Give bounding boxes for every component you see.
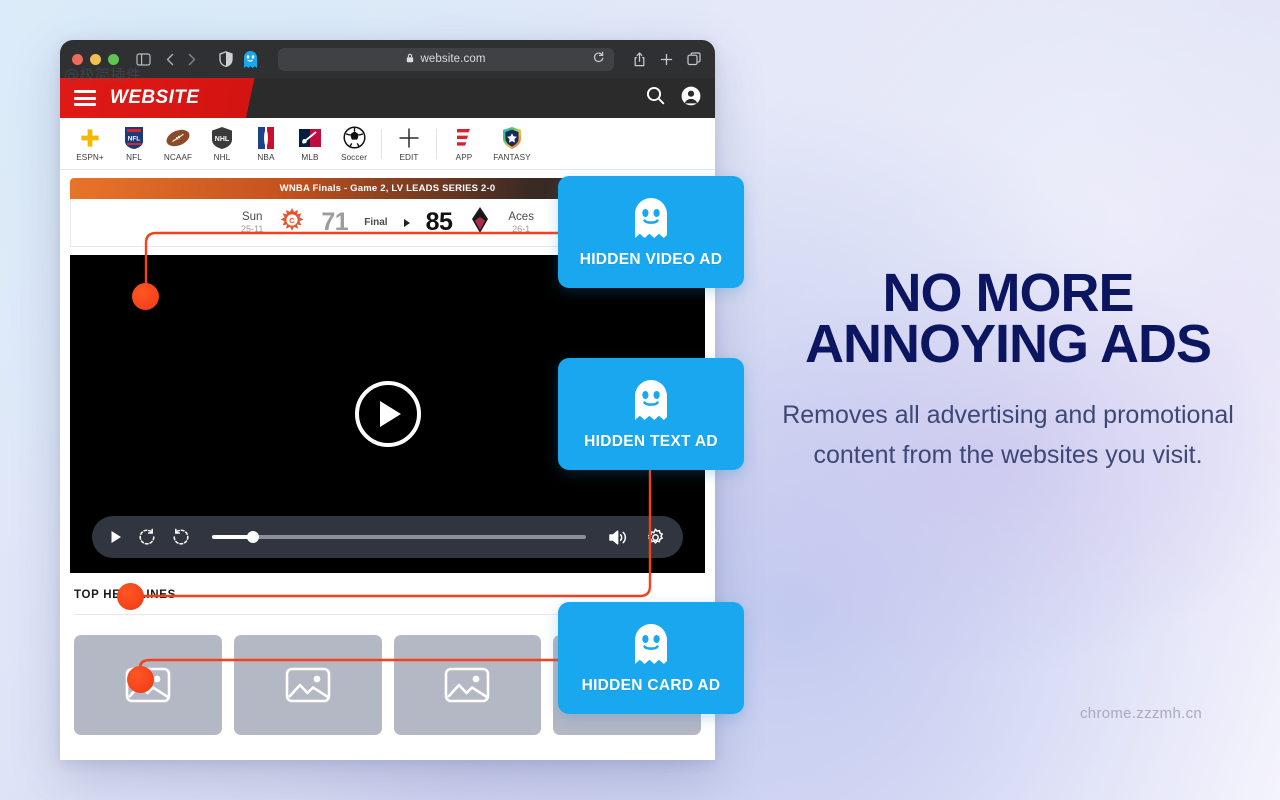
play-button-icon[interactable] [354, 381, 421, 447]
away-team-logo-icon: C [279, 207, 305, 238]
promo-panel: NO MORE ANNOYING ADS Removes all adverti… [760, 266, 1256, 475]
ghost-icon [631, 196, 671, 245]
nav-label: NHL [213, 152, 231, 162]
site-nav-row: ESPN+ NFL NFL NCAAF NHL NHL NBA MLB Socc… [60, 118, 715, 170]
watermark-bottom-right: chrome.zzzmh.cn [1080, 705, 1203, 722]
url-text: website.com [420, 53, 486, 65]
nav-item-nhl[interactable]: NHL NHL [200, 126, 244, 162]
promo-headline: NO MORE ANNOYING ADS [760, 266, 1256, 375]
home-team-logo-icon [468, 206, 492, 239]
nav-item-nba[interactable]: NBA [244, 126, 288, 162]
search-icon[interactable] [646, 86, 665, 110]
home-team-record: 26-1 [512, 223, 531, 234]
hidden-video-ad-badge[interactable]: HIDDEN VIDEO AD [558, 176, 744, 288]
window-traffic-lights[interactable] [72, 53, 119, 65]
nav-item-fantasy[interactable]: FANTASY [486, 126, 538, 162]
sidebar-icon[interactable] [136, 52, 151, 66]
away-team-record: 25-11 [241, 223, 264, 234]
account-icon[interactable] [681, 86, 701, 111]
hidden-card-ad-badge[interactable]: HIDDEN CARD AD [558, 602, 744, 714]
home-score: 85 [425, 208, 453, 236]
promo-subtitle: Removes all advertising and promotional … [782, 400, 1234, 469]
nba-icon [257, 126, 275, 150]
hidden-text-ad-badge[interactable]: HIDDEN TEXT AD [558, 358, 744, 470]
lock-icon [406, 50, 414, 68]
nav-label: FANTASY [493, 152, 531, 162]
back-icon[interactable] [166, 53, 174, 66]
nfl-icon: NFL [124, 126, 144, 150]
nav-label: Soccer [340, 152, 368, 162]
nav-item-soccer[interactable]: Soccer [332, 126, 376, 162]
nav-label: EDIT [399, 152, 419, 162]
espn-app-icon [455, 126, 473, 150]
ghost-icon [631, 622, 671, 671]
video-progress-knob[interactable] [247, 531, 260, 543]
headline-card[interactable] [233, 635, 382, 735]
site-header: WEBSITE [60, 78, 715, 118]
espn-plus-icon [79, 126, 101, 150]
nav-item-edit[interactable]: EDIT [387, 126, 431, 162]
volume-icon[interactable] [608, 529, 628, 546]
away-score: 71 [321, 208, 349, 236]
headline-card[interactable] [393, 635, 542, 735]
nhl-icon: NHL [211, 126, 233, 150]
nav-label: NBA [257, 152, 275, 162]
nav-item-app[interactable]: APP [442, 126, 486, 162]
rewind-10-icon[interactable] [138, 528, 156, 546]
headline-card[interactable] [74, 635, 222, 735]
nav-divider [436, 128, 437, 159]
minimize-window-button[interactable] [90, 53, 101, 65]
badge-label: HIDDEN TEXT AD [584, 432, 718, 450]
ncaaf-football-icon [165, 126, 191, 150]
shield-icon[interactable] [219, 51, 233, 67]
home-team: Aces 26-1 [508, 211, 534, 235]
video-controls-bar [92, 516, 683, 558]
away-team: Sun 25-11 [241, 211, 263, 235]
forward-10-icon[interactable] [172, 528, 190, 546]
nav-item-ncaaf[interactable]: NCAAF [156, 126, 200, 162]
ghost-icon [631, 378, 671, 427]
away-team-name: Sun [241, 210, 263, 223]
share-icon[interactable] [633, 51, 646, 67]
nav-label: NCAAF [163, 152, 193, 162]
badge-label: HIDDEN VIDEO AD [579, 250, 723, 268]
nav-label: ESPN+ [76, 152, 104, 162]
game-status: Final [364, 217, 388, 228]
nav-item-espn-plus[interactable]: ESPN+ [68, 126, 112, 162]
section-title: TOP HEADLINES [74, 589, 176, 601]
reload-icon[interactable] [593, 50, 604, 68]
hamburger-icon[interactable] [74, 90, 96, 106]
nav-divider [381, 128, 382, 159]
ghostery-extension-icon[interactable] [242, 50, 259, 69]
home-team-name: Aces [508, 210, 534, 223]
new-tab-icon[interactable] [660, 53, 673, 66]
fantasy-shield-icon [501, 126, 523, 150]
address-bar[interactable]: website.com [278, 47, 614, 71]
site-brand[interactable]: WEBSITE [110, 87, 199, 109]
nav-item-nfl[interactable]: NFL NFL [112, 126, 156, 162]
possession-arrow-icon [403, 218, 410, 227]
gear-icon[interactable] [646, 528, 665, 547]
soccer-ball-icon [342, 126, 366, 150]
close-window-button[interactable] [72, 53, 83, 65]
forward-icon[interactable] [188, 53, 196, 66]
nav-item-mlb[interactable]: MLB [288, 126, 332, 162]
svg-text:NHL: NHL [215, 136, 230, 143]
maximize-window-button[interactable] [108, 53, 119, 65]
browser-toolbar: website.com [60, 40, 715, 78]
plus-icon [397, 126, 421, 150]
promo-headline-line2: ANNOYING ADS [804, 314, 1212, 375]
nav-label: APP [455, 152, 473, 162]
nav-label: NFL [126, 152, 142, 162]
nav-label: MLB [301, 152, 319, 162]
play-icon[interactable] [110, 530, 122, 544]
svg-text:NFL: NFL [128, 135, 141, 142]
badge-label: HIDDEN CARD AD [581, 676, 721, 694]
video-progress-slider[interactable] [212, 531, 586, 543]
mlb-icon [298, 126, 322, 150]
svg-text:C: C [290, 216, 296, 225]
tab-overview-icon[interactable] [687, 52, 701, 66]
